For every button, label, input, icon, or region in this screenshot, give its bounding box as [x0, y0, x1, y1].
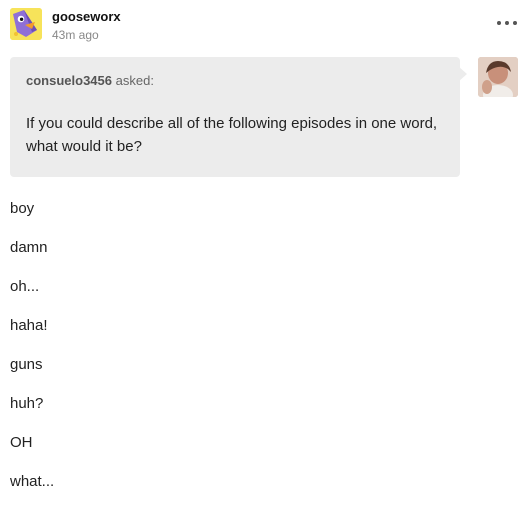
post-timestamp[interactable]: 43m ago: [52, 28, 99, 42]
asker-line: consuelo3456 asked:: [26, 73, 154, 88]
answer-line: haha!: [10, 317, 48, 334]
answer-line: boy: [10, 200, 35, 217]
author-name[interactable]: gooseworx: [52, 9, 121, 24]
question-text: If you could describe all of the followi…: [26, 115, 438, 155]
answer-line: OH: [10, 434, 33, 451]
post-header: gooseworx 43m ago: [10, 8, 520, 44]
answer-line: huh?: [10, 395, 44, 412]
more-horizontal-icon[interactable]: [496, 18, 518, 28]
ask-pointer: [458, 66, 467, 82]
asker-name[interactable]: consuelo3456: [26, 73, 112, 88]
answer-line: damn: [10, 239, 48, 256]
answer-line: oh...: [10, 278, 40, 295]
answer-line: what...: [10, 473, 55, 490]
author-avatar[interactable]: [10, 8, 42, 40]
answer-line: guns: [10, 356, 43, 373]
asker-photo-icon: [478, 57, 518, 97]
asked-label: asked:: [115, 73, 154, 88]
asker-avatar[interactable]: [478, 57, 518, 97]
ask-box: consuelo3456 asked: If you could describ…: [10, 57, 460, 177]
goose-avatar-icon: [10, 8, 42, 40]
